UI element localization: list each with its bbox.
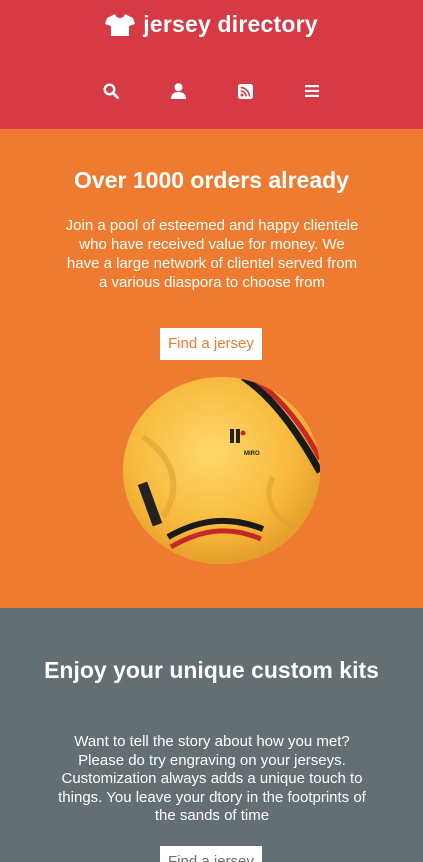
- search-icon: [103, 83, 119, 99]
- search-button[interactable]: [102, 79, 121, 103]
- custom-title: Enjoy your unique custom kits: [44, 657, 379, 683]
- custom-kits-section: Enjoy your unique custom kits Want to te…: [0, 608, 423, 862]
- find-jersey-button-secondary[interactable]: Find a jersey: [160, 846, 262, 862]
- user-button[interactable]: [169, 79, 188, 103]
- site-header: jersey directory: [0, 0, 423, 129]
- hero-section: Over 1000 orders already Join a pool of …: [0, 129, 423, 608]
- nav-bar: [0, 79, 423, 103]
- menu-icon: [305, 85, 319, 97]
- rss-button[interactable]: [236, 79, 255, 103]
- menu-button[interactable]: [303, 79, 322, 103]
- user-icon: [170, 83, 186, 99]
- hero-title: Over 1000 orders already: [74, 167, 349, 193]
- hero-text: Join a pool of esteemed and happy client…: [65, 217, 359, 291]
- brand-title: jersey directory: [143, 11, 318, 37]
- tshirt-icon: [105, 13, 136, 37]
- find-jersey-button[interactable]: Find a jersey: [160, 328, 262, 360]
- jersey-photo: MIRO: [123, 377, 320, 564]
- brand[interactable]: jersey directory: [0, 11, 423, 38]
- custom-text: Want to tell the story about how you met…: [58, 733, 366, 824]
- rss-icon: [237, 83, 253, 99]
- svg-text:MIRO: MIRO: [244, 451, 260, 457]
